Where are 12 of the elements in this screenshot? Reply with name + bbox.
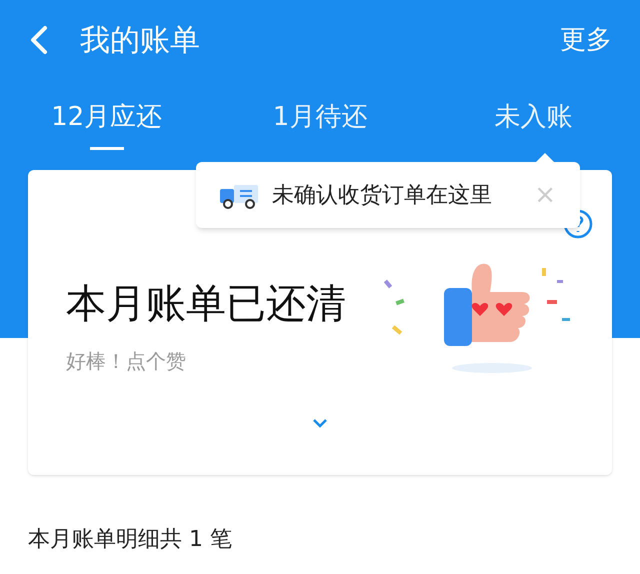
- details-summary: 本月账单明细共 1 笔: [28, 527, 232, 552]
- back-icon[interactable]: [28, 25, 48, 55]
- summary-subtitle: 好棒！点个赞: [66, 348, 187, 375]
- tab[interactable]: 12月应还: [0, 98, 214, 150]
- page-title: 我的账单: [80, 22, 200, 60]
- more-button[interactable]: 更多: [560, 20, 612, 60]
- tab[interactable]: 未入账: [426, 98, 640, 150]
- close-button[interactable]: ×: [534, 182, 556, 208]
- summary-title: 本月账单已还清: [66, 280, 346, 329]
- tab[interactable]: 1月待还: [213, 98, 427, 150]
- chevron-down-icon[interactable]: [312, 418, 328, 428]
- tooltip-text: 未确认收货订单在这里: [272, 182, 492, 210]
